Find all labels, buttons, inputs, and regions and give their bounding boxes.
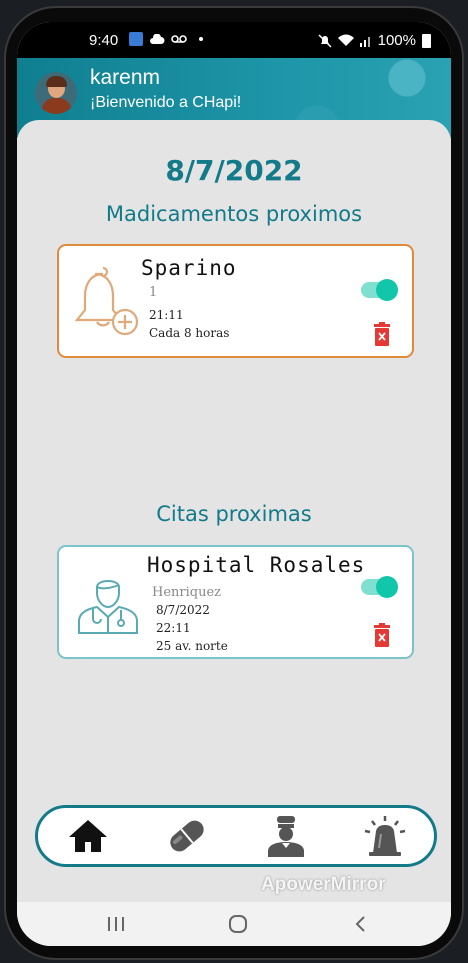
medications-title: Madicamentos proximos (105, 202, 363, 226)
nav-medications[interactable] (157, 811, 217, 861)
mute-icon (318, 33, 332, 48)
appointment-time: 22:11 (156, 621, 191, 635)
status-bar: 9:40 100% (17, 22, 451, 58)
current-date: 8/7/2022 (165, 154, 303, 187)
welcome-text: ¡Bienvenido a CHapi! (90, 94, 242, 111)
bell-plus-icon (74, 266, 139, 336)
medication-card[interactable]: Sparino 1 21:11 Cada 8 horas (57, 244, 414, 358)
back-chevron-icon (355, 916, 365, 932)
dot-icon (199, 37, 203, 41)
battery-icon (422, 33, 431, 48)
appointment-toggle[interactable] (361, 576, 398, 598)
screen: 9:40 100% karenm ¡Bienvenido a CHapi! 8/… (17, 22, 451, 946)
recent-apps-icon (108, 917, 124, 931)
nav-appointments[interactable] (256, 811, 316, 861)
watermark: ApowerMirror (261, 874, 386, 895)
status-right: 100% (318, 32, 431, 49)
main-content: 8/7/2022 Madicamentos proximos Sparino 1… (17, 120, 451, 910)
recent-apps-button[interactable] (101, 912, 131, 936)
appointment-doctor: Henriquez (152, 585, 222, 600)
nav-home[interactable] (58, 811, 118, 861)
delete-appointment-icon[interactable] (373, 623, 391, 647)
appointment-place: Hospital Rosales (147, 553, 366, 577)
medication-name: Sparino (141, 256, 237, 280)
home-button[interactable] (223, 912, 253, 936)
status-time: 9:40 (89, 32, 119, 49)
alarm-siren-icon (364, 816, 405, 856)
bottom-nav (35, 805, 437, 867)
system-nav-bar (17, 902, 451, 946)
doctor-icon (78, 580, 138, 634)
battery-level: 100% (377, 32, 416, 49)
appointment-address: 25 av. norte (156, 639, 228, 653)
home-circle-icon (229, 915, 247, 933)
appointment-date: 8/7/2022 (156, 603, 210, 617)
signal-icon (359, 36, 370, 47)
app-notification-icon (129, 32, 143, 46)
pill-icon (169, 820, 204, 852)
avatar[interactable] (35, 72, 77, 114)
voicemail-icon (171, 35, 187, 43)
appointments-title: Citas proximas (156, 502, 312, 526)
username: karenm (90, 66, 161, 89)
medication-time: 21:11 (149, 308, 184, 322)
delete-medication-icon[interactable] (373, 322, 391, 346)
medication-dose: 1 (149, 285, 158, 300)
nav-alarms[interactable] (355, 811, 415, 861)
medication-toggle[interactable] (361, 279, 398, 301)
nurse-icon (267, 816, 304, 857)
notification-icons (129, 32, 203, 46)
home-icon (68, 820, 107, 852)
medication-frequency: Cada 8 horas (149, 326, 230, 340)
wifi-icon (337, 34, 354, 46)
appointment-card[interactable]: Hospital Rosales Henriquez 8/7/2022 22:1… (57, 545, 414, 659)
back-button[interactable] (345, 912, 375, 936)
cloud-icon (150, 33, 165, 44)
